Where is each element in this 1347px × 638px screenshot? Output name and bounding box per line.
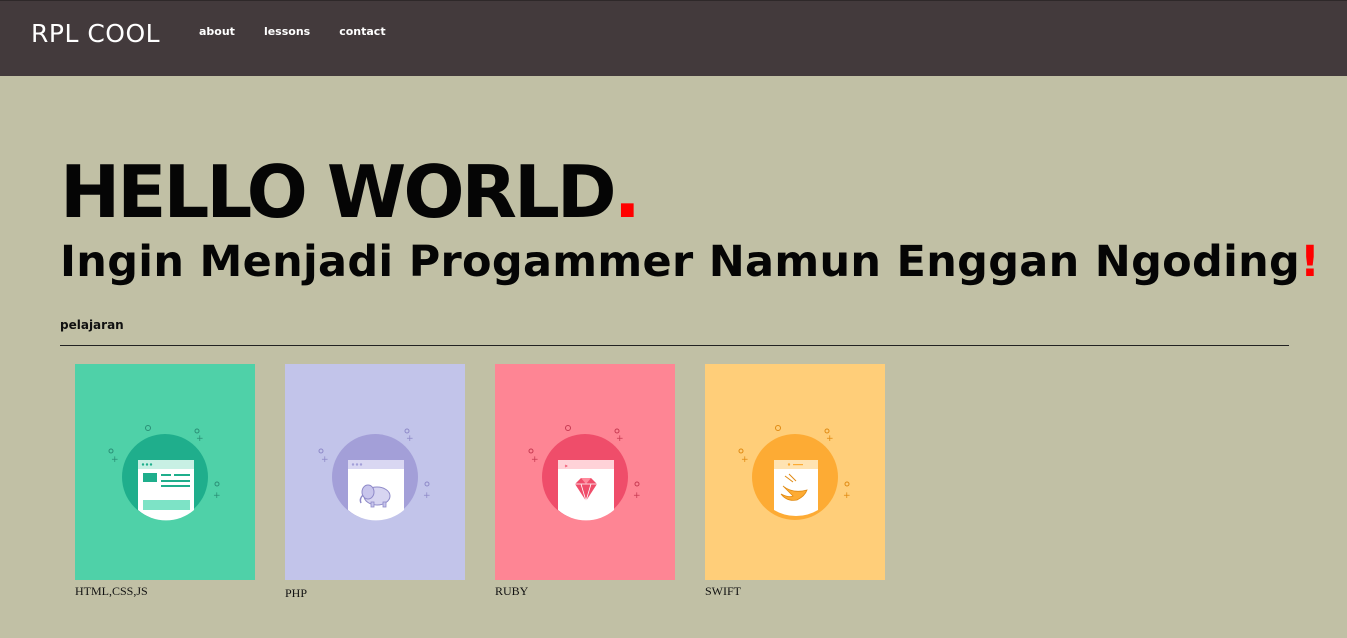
section-label: pelajaran [60, 318, 124, 332]
web-browser-icon: + + + [75, 364, 255, 580]
hero-title-dot: . [613, 150, 641, 234]
navbar: RPL COOL about lessons contact [0, 0, 1347, 76]
svg-text:+: + [843, 491, 851, 501]
hero-subtitle-exclamation: ! [1300, 237, 1321, 287]
svg-text:+: + [423, 491, 431, 501]
hero-subtitle: Ingin Menjadi Progammer Namun Enggan Ngo… [60, 237, 1321, 287]
svg-text:+: + [111, 455, 119, 465]
course-card-php[interactable]: + + + [285, 364, 465, 580]
course-label-php[interactable]: PHP [285, 586, 307, 601]
svg-text:+: + [213, 491, 221, 501]
swift-bird-icon: + + + [705, 364, 885, 580]
brand-logo[interactable]: RPL COOL [31, 19, 160, 48]
hero-subtitle-text: Ingin Menjadi Progammer Namun Enggan Ngo… [60, 237, 1301, 287]
section-divider [60, 345, 1289, 346]
svg-text:+: + [633, 491, 641, 501]
course-card-swift[interactable]: + + + [705, 364, 885, 580]
nav-link-lessons[interactable]: lessons [264, 25, 310, 38]
course-card-ruby[interactable]: + + + [495, 364, 675, 580]
svg-text:+: + [406, 434, 414, 444]
course-label-html[interactable]: HTML,CSS,JS [75, 584, 148, 599]
ruby-gem-icon: + + + [495, 364, 675, 580]
course-card-html[interactable]: + + + [75, 364, 255, 580]
hero-title: HELLO WORLD. [60, 156, 641, 228]
svg-text:+: + [826, 434, 834, 444]
svg-text:+: + [321, 455, 329, 465]
nav-link-about[interactable]: about [199, 25, 235, 38]
svg-text:+: + [196, 434, 204, 444]
course-label-swift[interactable]: SWIFT [705, 584, 741, 599]
nav-link-contact[interactable]: contact [339, 25, 385, 38]
elephant-icon: + + + [285, 364, 465, 580]
svg-text:+: + [616, 434, 624, 444]
hero-title-text: HELLO WORLD [60, 150, 617, 234]
svg-text:+: + [531, 455, 539, 465]
svg-text:+: + [741, 455, 749, 465]
course-label-ruby[interactable]: RUBY [495, 584, 528, 599]
nav-links: about lessons contact [199, 25, 386, 38]
